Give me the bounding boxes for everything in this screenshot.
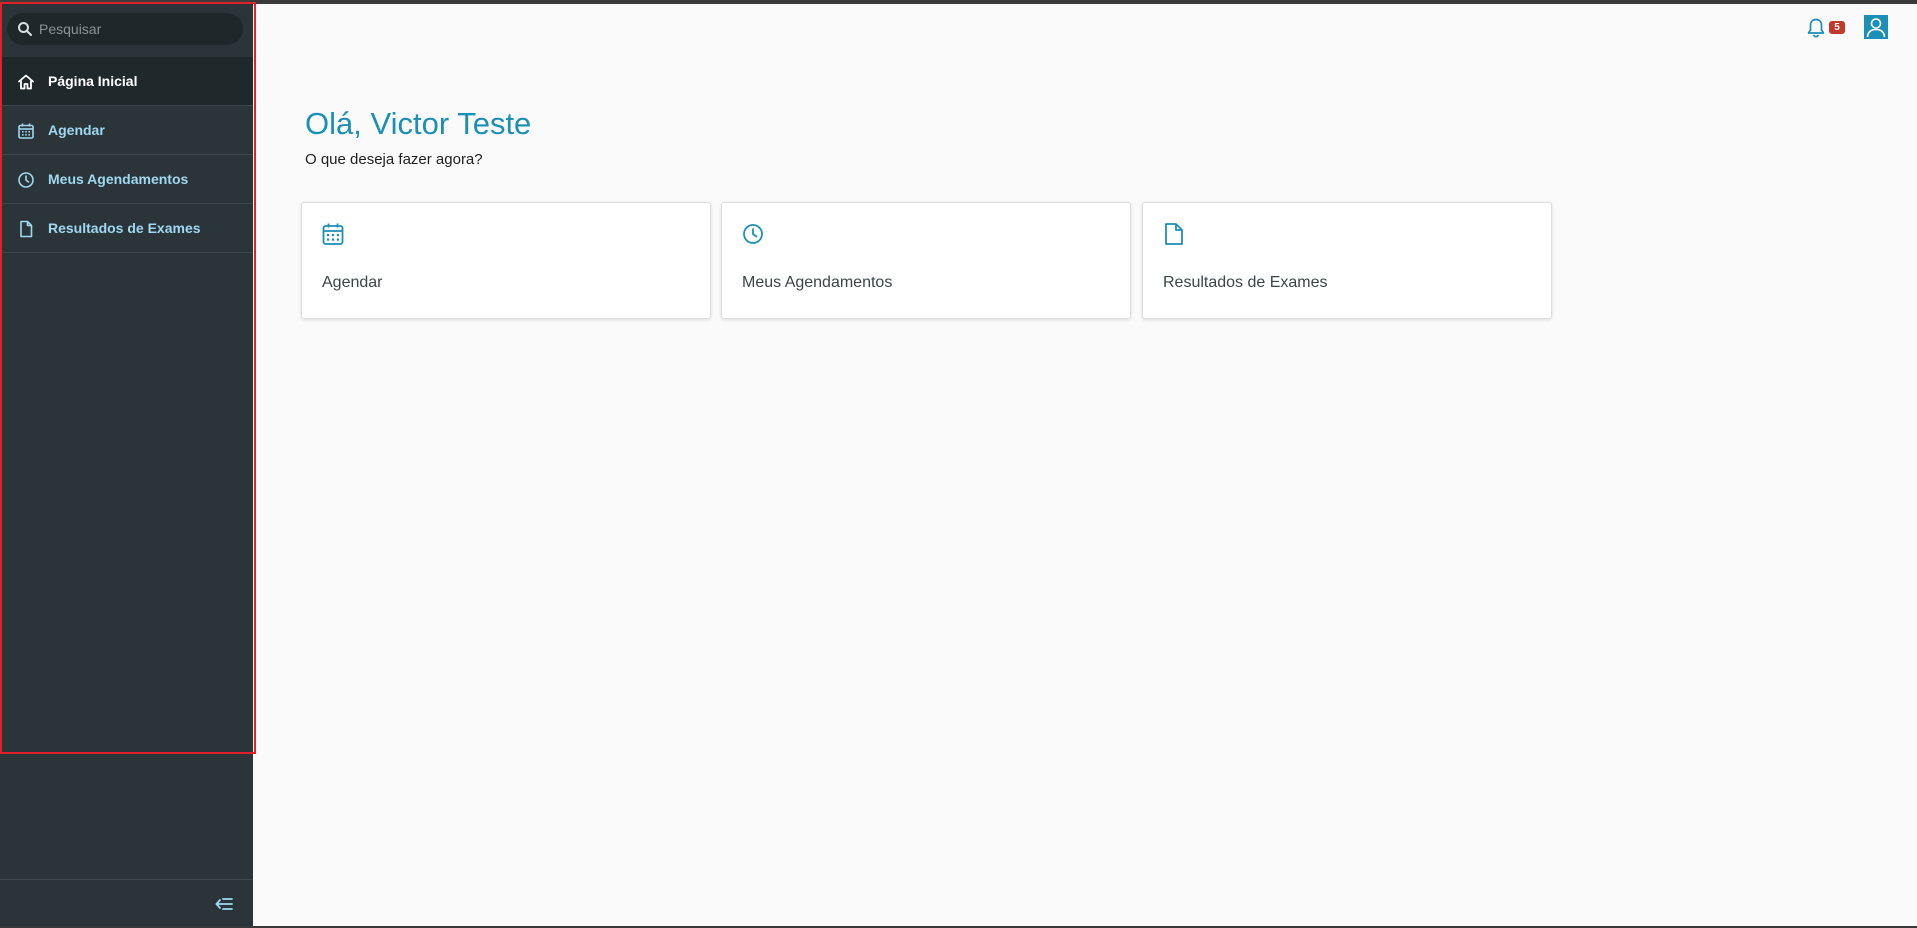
document-icon (1165, 223, 1183, 245)
notification-badge: 5 (1829, 21, 1845, 34)
sidebar-item-pagina-inicial[interactable]: Página Inicial (0, 57, 253, 106)
bell-icon[interactable] (1806, 17, 1826, 39)
sidebar-item-agendar[interactable]: Agendar (0, 106, 253, 155)
sidebar-footer (0, 879, 253, 927)
page-subtitle: O que deseja fazer agora? (305, 151, 483, 168)
home-icon (18, 74, 34, 90)
calendar-icon (18, 123, 34, 139)
search-input[interactable] (39, 13, 235, 45)
card-label: Agendar (322, 274, 383, 291)
sidebar-item-label: Página Inicial (48, 73, 138, 89)
sidebar-item-label: Meus Agendamentos (48, 171, 189, 187)
top-border (0, 0, 1917, 4)
sidebar-item-meus-agendamentos[interactable]: Meus Agendamentos (0, 155, 253, 204)
sidebar: Página Inicial Agendar (0, 4, 253, 926)
card-agendar[interactable]: Agendar (301, 202, 711, 319)
card-label: Resultados de Exames (1163, 274, 1328, 291)
sidebar-item-label: Resultados de Exames (48, 220, 201, 236)
card-meus-agendamentos[interactable]: Meus Agendamentos (721, 202, 1131, 319)
user-icon (1866, 18, 1886, 38)
app-window: Página Inicial Agendar (0, 0, 1917, 928)
calendar-icon (322, 223, 344, 245)
document-icon (20, 220, 33, 238)
search-box[interactable] (7, 13, 243, 45)
search-icon (18, 22, 32, 36)
collapse-menu-icon[interactable] (215, 896, 233, 912)
page-title: Olá, Victor Teste (305, 106, 532, 141)
sidebar-item-resultados-de-exames[interactable]: Resultados de Exames (0, 204, 253, 253)
user-avatar[interactable] (1864, 15, 1888, 39)
clock-icon (743, 224, 763, 244)
card-resultados-de-exames[interactable]: Resultados de Exames (1142, 202, 1552, 319)
sidebar-item-label: Agendar (48, 122, 105, 138)
clock-icon (18, 172, 34, 188)
card-label: Meus Agendamentos (742, 274, 893, 291)
sidebar-nav: Página Inicial Agendar Meus Agendamentos… (0, 57, 253, 253)
